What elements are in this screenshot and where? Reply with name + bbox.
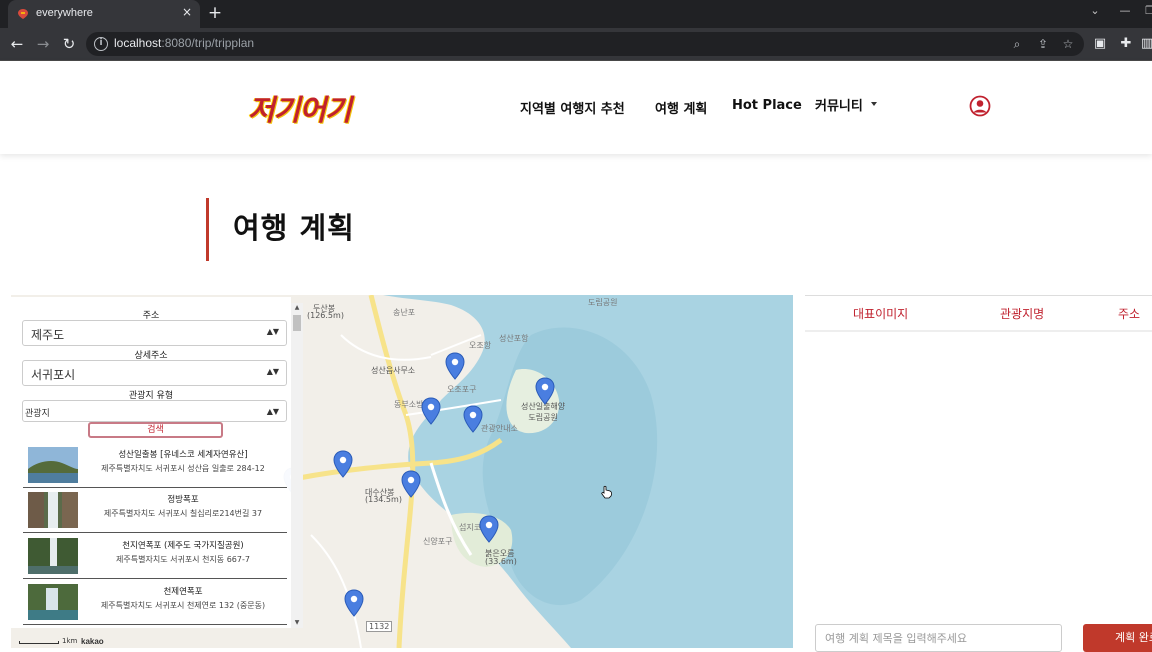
- map-marker-pin-icon[interactable]: [463, 405, 483, 433]
- result-thumbnail: [28, 538, 78, 574]
- share-icon[interactable]: ⇪: [1034, 35, 1052, 53]
- extensions-puzzle-icon[interactable]: ✚: [1117, 35, 1135, 53]
- select-arrows-icon: ▲▼: [266, 407, 279, 416]
- table-border: [805, 295, 1152, 296]
- detail-address-select[interactable]: 서귀포시 ▲▼: [22, 360, 287, 386]
- restore-window-icon[interactable]: ❐: [1141, 4, 1152, 20]
- map-label-dorip: 도립공원: [588, 298, 618, 307]
- header-attraction-name: 관광지명: [1000, 307, 1045, 321]
- title-accent-bar: [206, 198, 209, 261]
- result-item[interactable]: 성산일출봉 [유네스코 세계자연유산] 제주특별자치도 서귀포시 성산읍 일출로…: [23, 444, 287, 488]
- back-arrow-icon[interactable]: ←: [8, 35, 26, 53]
- hand-cursor-icon: [601, 485, 613, 499]
- result-thumbnail: [28, 584, 78, 620]
- result-thumbnail: [28, 447, 78, 483]
- result-name: 정방폭포: [167, 495, 199, 505]
- result-item[interactable]: 천지연폭포 (제주도 국가지질공원) 제주특별자치도 서귀포시 천지동 667-…: [23, 535, 287, 579]
- table-header-divider: [805, 330, 1152, 332]
- nav-hot-place[interactable]: Hot Place: [732, 98, 802, 113]
- browser-toolbar: ← → ↻ i localhost:8080/trip/tripplan ⌕ ⇪…: [0, 28, 1152, 61]
- kakao-attribution: kakao: [81, 637, 104, 646]
- site-header: 저기어기 지역별 여행지 추천 여행 계획 Hot Place 커뮤니티: [0, 61, 1152, 154]
- tab-search-icon[interactable]: ▣: [1091, 35, 1109, 53]
- result-address: 제주특별자치도 서귀포시 성산읍 일출로 284-12: [101, 464, 265, 473]
- minimize-window-icon[interactable]: —: [1116, 4, 1134, 20]
- browser-tab-strip: everywhere × + ⌄ — ❐: [0, 0, 1152, 28]
- sidebar-icon[interactable]: ▥: [1138, 35, 1152, 53]
- nav-regional-recommend[interactable]: 지역별 여행지 추천: [520, 98, 625, 117]
- map-label-daesu-height: (134.5m): [365, 495, 402, 504]
- result-address: 제주특별자치도 서귀포시 천제연로 132 (중문동): [100, 601, 266, 610]
- scroll-down-icon[interactable]: ▼: [293, 619, 301, 626]
- result-item[interactable]: 정방폭포 제주특별자치도 서귀포시 칠십리로214번길 37: [23, 489, 287, 533]
- map-scale-bar: [19, 641, 59, 644]
- result-address: 제주특별자치도 서귀포시 칠십리로214번길 37: [103, 509, 263, 518]
- nav-trip-plan[interactable]: 여행 계획: [655, 98, 707, 117]
- zoom-icon[interactable]: ⌕: [1008, 35, 1026, 53]
- result-thumbnail: [28, 492, 78, 528]
- map-scale-label: 1km: [62, 637, 78, 645]
- map-marker-pin-icon[interactable]: [445, 352, 465, 380]
- map-marker-pin-icon[interactable]: [401, 470, 421, 498]
- address-select-value: 제주도: [31, 328, 65, 342]
- scroll-thumb[interactable]: [293, 315, 301, 331]
- scroll-up-icon[interactable]: ▲: [293, 304, 301, 311]
- attraction-type-select[interactable]: 관광지 ▲▼: [22, 400, 287, 422]
- result-address: 제주특별자치도 서귀포시 천지동 667-7: [116, 555, 250, 564]
- site-info-icon[interactable]: i: [94, 37, 108, 51]
- map-label-tourist: 관광안내소: [481, 424, 518, 433]
- tab-close-icon[interactable]: ×: [180, 5, 194, 21]
- tab-title: everywhere: [36, 7, 93, 19]
- map-label-bukeun-height: (33.6m): [485, 557, 517, 566]
- reload-icon[interactable]: ↻: [60, 35, 78, 53]
- chevron-down-icon[interactable]: [871, 102, 877, 106]
- map-label-ojohang: 오조항: [469, 341, 492, 350]
- attraction-type-select-value: 관광지: [25, 409, 50, 419]
- map-label-songnan: 송난포: [393, 308, 416, 317]
- map-road-number: 1132: [366, 621, 393, 632]
- map-marker-pin-icon[interactable]: [535, 377, 555, 405]
- address-bar[interactable]: i localhost:8080/trip/tripplan ⌕ ⇪ ☆: [86, 32, 1084, 56]
- forward-arrow-icon[interactable]: →: [34, 35, 52, 53]
- map-label-sinyangpogu: 신양포구: [423, 537, 453, 546]
- site-favicon-icon: [18, 9, 28, 19]
- map-label-dongbu: 동부소방: [394, 400, 424, 409]
- site-logo[interactable]: 저기어기: [248, 87, 352, 129]
- map-marker-pin-icon[interactable]: [479, 515, 499, 543]
- panel-scrollbar[interactable]: ▲ ▼: [291, 303, 303, 628]
- result-item[interactable]: 천제연폭포 제주특별자치도 서귀포시 천제연로 132 (중문동): [23, 581, 287, 625]
- map-marker-pin-icon[interactable]: [344, 589, 364, 617]
- result-name: 천지연폭포 (제주도 국가지질공원): [122, 541, 244, 551]
- browser-tab[interactable]: everywhere ×: [8, 0, 200, 28]
- user-profile-icon[interactable]: [969, 95, 991, 117]
- tab-list-chevron-icon[interactable]: ⌄: [1086, 4, 1104, 20]
- map-label-seongsanpo: 성산포항: [499, 334, 529, 343]
- plan-table-pane: 대표이미지 관광지명 주소 여행 계획 제목을 입력해주세요 계획 완료: [805, 295, 1152, 652]
- nav-community[interactable]: 커뮤니티: [815, 95, 863, 114]
- result-name: 천제연폭포: [163, 587, 203, 597]
- new-tab-button[interactable]: +: [206, 3, 224, 23]
- address-select[interactable]: 제주도 ▲▼: [22, 320, 287, 346]
- header-address: 주소: [1118, 307, 1141, 321]
- map-marker-pin-icon[interactable]: [421, 397, 441, 425]
- map-marker-pin-icon[interactable]: [333, 450, 353, 478]
- map-label-dusanbong-height: (126.5m): [307, 311, 344, 320]
- search-panel: 주소 제주도 ▲▼ 상세주소 서귀포시 ▲▼ 관광지 유형 관광지 ▲▼ 검색 …: [11, 297, 291, 628]
- search-button[interactable]: 검색: [88, 422, 223, 438]
- result-name: 성산일출봉 [유네스코 세계자연유산]: [118, 450, 248, 460]
- map-label-seongsan-office: 성산읍사무소: [371, 366, 416, 375]
- map-label-ojopogu: 오조포구: [447, 385, 477, 394]
- header-image: 대표이미지: [853, 307, 909, 321]
- page-title: 여행 계획: [233, 211, 355, 245]
- select-arrows-icon: ▲▼: [266, 327, 279, 336]
- select-arrows-icon: ▲▼: [266, 367, 279, 376]
- bookmark-star-icon[interactable]: ☆: [1059, 35, 1077, 53]
- detail-address-select-value: 서귀포시: [31, 368, 76, 382]
- url-text: localhost:8080/trip/tripplan: [114, 36, 255, 50]
